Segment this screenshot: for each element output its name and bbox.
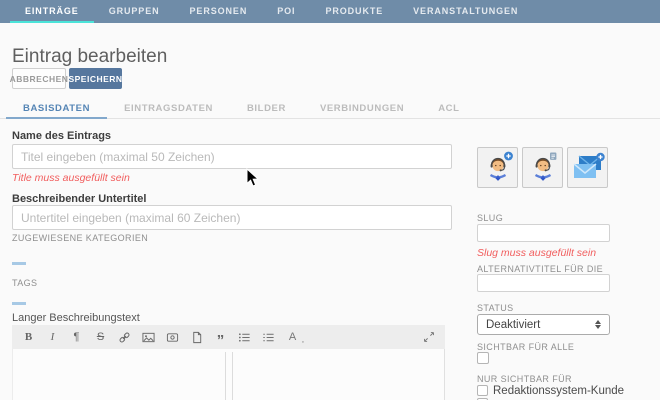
- nav-item-produkte[interactable]: PRODUKTE: [310, 0, 398, 23]
- editor-pane-divider: [232, 352, 233, 400]
- tags-label: TAGS: [12, 278, 37, 288]
- nav-item-gruppen[interactable]: GRUPPEN: [94, 0, 175, 23]
- slug-error: Slug muss ausgefüllt sein: [477, 247, 596, 259]
- form-tabs: BASISDATEN EINTRAGSDATEN BILDER VERBINDU…: [0, 99, 660, 119]
- fullscreen-icon[interactable]: [422, 330, 435, 344]
- entry-edit-page: EINTRÄGE GRUPPEN PERSONEN POI PRODUKTE V…: [0, 0, 660, 400]
- tab-acl[interactable]: ACL: [421, 99, 476, 119]
- slug-label: SLUG: [477, 213, 503, 223]
- nav-item-eintraege[interactable]: EINTRÄGE: [10, 0, 94, 23]
- tags-empty-indicator[interactable]: [12, 302, 26, 305]
- paragraph-icon[interactable]: ¶: [70, 330, 83, 344]
- blockquote-icon[interactable]: ”: [214, 330, 227, 344]
- strikethrough-icon[interactable]: S: [94, 330, 107, 344]
- copy-person-button[interactable]: [522, 147, 563, 188]
- italic-icon[interactable]: I: [46, 330, 59, 344]
- slug-input[interactable]: [477, 224, 610, 242]
- save-button[interactable]: SPEICHERN: [69, 68, 122, 89]
- page-title: Eintrag bearbeiten: [12, 46, 167, 68]
- editor-pane-divider: [225, 352, 226, 400]
- nav-item-poi[interactable]: POI: [262, 0, 310, 23]
- visible-only-option-label: Redaktionssystem-Kunde: [493, 385, 624, 397]
- title-input[interactable]: [12, 144, 452, 169]
- name-label: Name des Eintrags: [12, 130, 111, 142]
- font-style-icon[interactable]: A◦: [286, 330, 299, 344]
- description-label: Langer Beschreibungstext: [12, 312, 140, 324]
- categories-empty-indicator[interactable]: [12, 262, 26, 265]
- add-person-button[interactable]: [477, 147, 518, 188]
- mouse-cursor: [246, 168, 260, 188]
- image-icon[interactable]: [142, 330, 155, 344]
- top-navigation: EINTRÄGE GRUPPEN PERSONEN POI PRODUKTE V…: [0, 0, 660, 23]
- nav-item-personen[interactable]: PERSONEN: [175, 0, 263, 23]
- media-icon[interactable]: [166, 330, 179, 344]
- attachment-icon[interactable]: [190, 330, 203, 344]
- tab-basisdaten[interactable]: BASISDATEN: [6, 99, 107, 119]
- subtitle-input[interactable]: [12, 205, 452, 230]
- unordered-list-icon[interactable]: [238, 330, 251, 344]
- add-message-button[interactable]: [567, 147, 608, 188]
- alt-title-input[interactable]: [477, 274, 610, 292]
- visible-all-checkbox[interactable]: [477, 352, 489, 364]
- nav-item-veranstaltungen[interactable]: VERANSTALTUNGEN: [398, 0, 533, 23]
- status-select-value: Deaktiviert: [486, 319, 540, 331]
- subtitle-label: Beschreibender Untertitel: [12, 193, 146, 205]
- status-select[interactable]: Deaktiviert: [477, 314, 610, 335]
- tab-verbindungen[interactable]: VERBINDUNGEN: [303, 99, 421, 119]
- tab-eintragsdaten[interactable]: EINTRAGSDATEN: [107, 99, 230, 119]
- categories-label: ZUGEWIESENE KATEGORIEN: [12, 233, 148, 243]
- cancel-button[interactable]: ABBRECHEN: [12, 68, 66, 89]
- select-arrows-icon: [595, 320, 601, 329]
- visible-only-label: NUR SICHTBAR FÜR: [477, 374, 572, 384]
- visible-only-option-checkbox[interactable]: [477, 385, 488, 396]
- status-label: STATUS: [477, 303, 514, 313]
- link-icon[interactable]: [118, 330, 131, 344]
- title-error: Title muss ausgefüllt sein: [12, 172, 130, 184]
- tab-bilder[interactable]: BILDER: [230, 99, 303, 119]
- bold-icon[interactable]: B: [22, 330, 35, 344]
- description-editor[interactable]: [12, 349, 445, 400]
- visible-all-label: SICHTBAR FÜR ALLE: [477, 342, 574, 352]
- ordered-list-icon[interactable]: [262, 330, 275, 344]
- editor-toolbar: B I ¶ S ” A◦: [12, 325, 445, 349]
